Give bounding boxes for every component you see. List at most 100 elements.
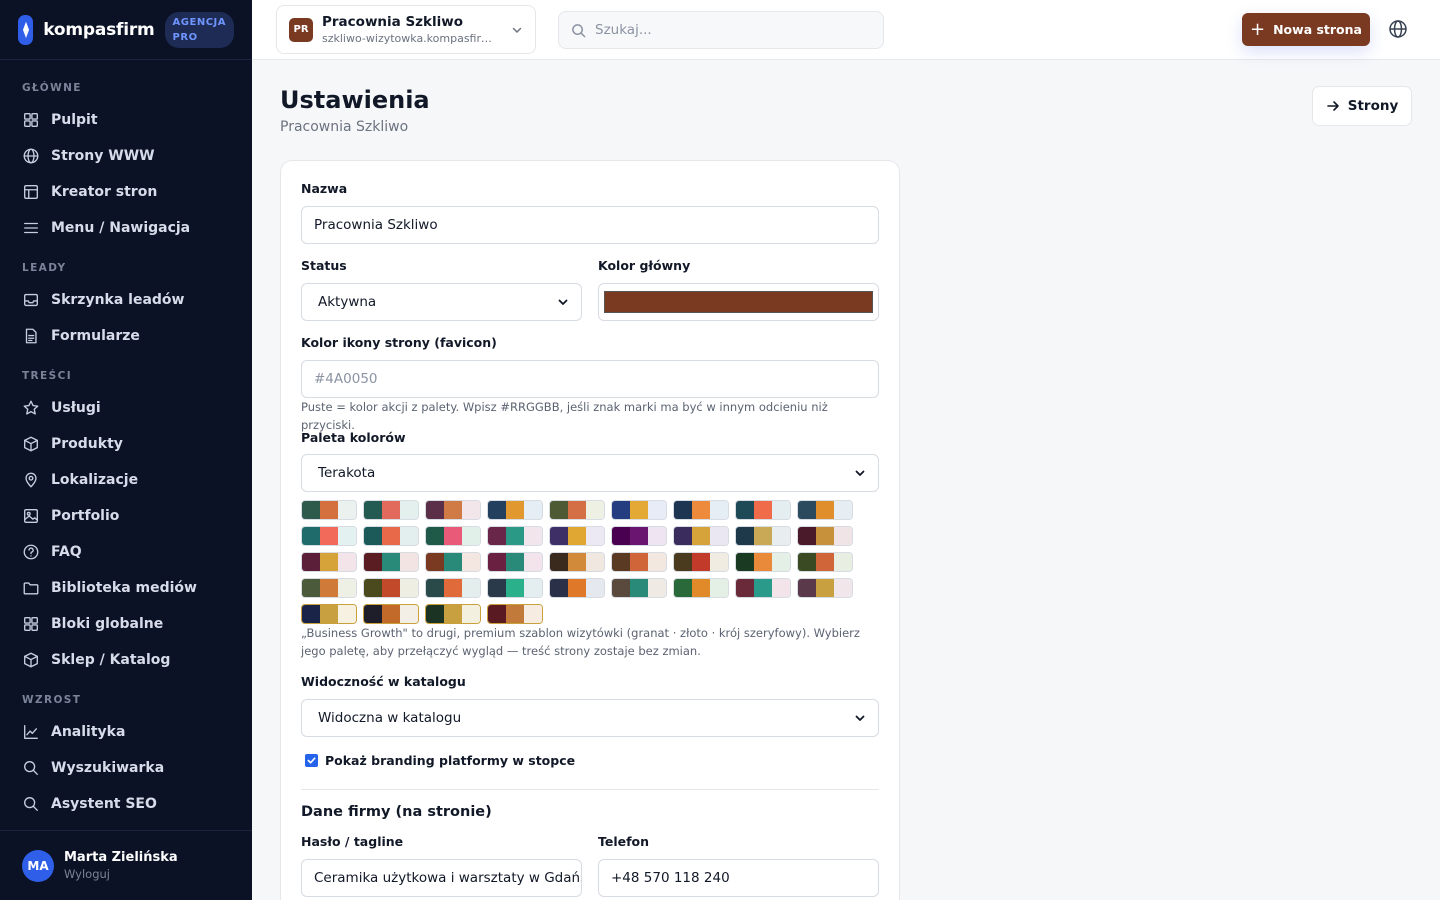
palette-swatch[interactable]: [735, 578, 791, 598]
palette-swatch[interactable]: [735, 500, 791, 520]
palette-swatch[interactable]: [487, 604, 543, 624]
palette-swatch[interactable]: [735, 552, 791, 572]
page-subtitle: Pracownia Szkliwo: [280, 119, 409, 135]
palette-swatch[interactable]: [487, 526, 543, 546]
search-input[interactable]: [595, 22, 855, 38]
palette-swatch[interactable]: [425, 578, 481, 598]
nav-section-title: GŁÓWNE: [22, 82, 82, 94]
sidebar-item[interactable]: Bloki globalne: [0, 606, 252, 642]
palette-swatch[interactable]: [673, 500, 729, 520]
palette-swatch[interactable]: [797, 500, 853, 520]
palette-swatch[interactable]: [301, 552, 357, 572]
compass-logo-icon: [18, 14, 34, 45]
palette-swatch[interactable]: [611, 500, 667, 520]
palette-swatch[interactable]: [425, 552, 481, 572]
palette-swatch[interactable]: [301, 526, 357, 546]
phone-label: Telefon: [598, 834, 650, 849]
search-icon: [24, 761, 38, 775]
status-select[interactable]: Aktywna: [301, 283, 582, 321]
search-box[interactable]: [558, 11, 884, 49]
pages-button[interactable]: Strony: [1312, 86, 1412, 126]
sidebar-item[interactable]: Analityka: [0, 714, 252, 750]
nav-section-title: WZROST: [22, 694, 82, 706]
sidebar-item-label: Pulpit: [51, 112, 98, 128]
sidebar-item[interactable]: Sklep / Katalog: [0, 642, 252, 678]
inbox-icon: [24, 293, 38, 307]
palette-swatch[interactable]: [425, 526, 481, 546]
favicon-input[interactable]: #4A0050: [301, 360, 879, 398]
phone-input[interactable]: +48 570 118 240: [598, 859, 879, 897]
sidebar-item[interactable]: FAQ: [0, 534, 252, 570]
grid-icon: [24, 113, 38, 127]
help-icon: [23, 544, 39, 560]
sidebar-item[interactable]: Pulpit: [0, 102, 252, 138]
sidebar-item[interactable]: Produkty: [0, 426, 252, 462]
sidebar: kompasfirm AGENCJA PRO GŁÓWNE Pulpit Strony…: [0, 0, 252, 900]
palette-select[interactable]: Terakota: [301, 454, 879, 492]
palette-swatch[interactable]: [487, 552, 543, 572]
sidebar-item[interactable]: Usługi: [0, 390, 252, 426]
new-page-button[interactable]: + Nowa strona: [1242, 13, 1370, 46]
sidebar-item-label: Menu / Nawigacja: [51, 220, 191, 236]
palette-swatch[interactable]: [549, 552, 605, 572]
palette-swatch[interactable]: [735, 526, 791, 546]
branding-checkbox[interactable]: [305, 754, 318, 767]
sidebar-item[interactable]: Biblioteka mediów: [0, 570, 252, 606]
palette-swatch[interactable]: [797, 552, 853, 572]
sidebar-item[interactable]: Wyszukiwarka: [0, 750, 252, 786]
site-url: szkliwo-wizytowka.kompasfirm.pl: [322, 32, 502, 45]
palette-swatch[interactable]: [797, 526, 853, 546]
branding-checkbox-row[interactable]: Pokaż branding platformy w stopce: [305, 753, 575, 768]
globe-icon[interactable]: [1388, 19, 1408, 39]
brand[interactable]: kompasfirm AGENCJA PRO: [0, 0, 252, 60]
palette-swatch[interactable]: [611, 578, 667, 598]
main-color-input[interactable]: [598, 283, 879, 321]
name-input[interactable]: Pracownia Szkliwo: [301, 206, 879, 244]
palette-swatch[interactable]: [363, 500, 419, 520]
palette-swatch[interactable]: [363, 578, 419, 598]
sidebar-item[interactable]: Kreator stron: [0, 174, 252, 210]
tagline-input[interactable]: Ceramika użytkowa i warsztaty w Gdańsku: [301, 859, 582, 897]
sidebar-item[interactable]: Portfolio: [0, 498, 252, 534]
palette-swatch[interactable]: [487, 500, 543, 520]
palette-swatch[interactable]: [549, 578, 605, 598]
palette-swatch[interactable]: [363, 604, 419, 624]
palette-swatch[interactable]: [611, 526, 667, 546]
sidebar-item-label: Kreator stron: [51, 184, 158, 200]
sidebar-item[interactable]: Formularze: [0, 318, 252, 354]
sidebar-item-label: Wyszukiwarka: [51, 760, 165, 776]
box-icon: [24, 436, 38, 452]
palette-swatch[interactable]: [673, 526, 729, 546]
palette-swatch[interactable]: [549, 500, 605, 520]
site-switcher[interactable]: PR Pracownia Szkliwo szkliwo-wizytowka.k…: [276, 5, 536, 54]
logout-link[interactable]: Wyloguj: [64, 867, 178, 881]
palette-swatch[interactable]: [301, 604, 357, 624]
palette-hint: „Business Growth" to drugi, premium szab…: [301, 626, 860, 658]
sidebar-item[interactable]: Asystent SEO: [0, 786, 252, 822]
palette-swatch[interactable]: [425, 604, 481, 624]
palette-swatch[interactable]: [487, 578, 543, 598]
palette-swatch[interactable]: [301, 500, 357, 520]
globe-icon: [23, 148, 39, 164]
divider: [301, 789, 879, 790]
brand-name: kompasfirm: [43, 19, 155, 40]
plus-icon: +: [1250, 18, 1266, 40]
palette-swatch[interactable]: [611, 552, 667, 572]
palette-swatch[interactable]: [425, 500, 481, 520]
sidebar-item[interactable]: Skrzynka leadów: [0, 282, 252, 318]
palette-swatch[interactable]: [549, 526, 605, 546]
grid-icon: [24, 617, 38, 631]
palette-swatch[interactable]: [673, 578, 729, 598]
sidebar-item[interactable]: Strony WWW: [0, 138, 252, 174]
palette-swatch[interactable]: [301, 578, 357, 598]
sidebar-item[interactable]: Menu / Nawigacja: [0, 210, 252, 246]
palette-swatch[interactable]: [673, 552, 729, 572]
palette-swatch[interactable]: [363, 552, 419, 572]
sidebar-item[interactable]: Lokalizacje: [0, 462, 252, 498]
palette-swatch[interactable]: [363, 526, 419, 546]
visibility-select[interactable]: Widoczna w katalogu: [301, 699, 879, 737]
palette-swatch[interactable]: [797, 578, 853, 598]
check-icon: [307, 757, 316, 764]
user-name: Marta Zielińska: [64, 850, 178, 865]
user-box[interactable]: MA Marta Zielińska Wyloguj: [0, 830, 252, 900]
